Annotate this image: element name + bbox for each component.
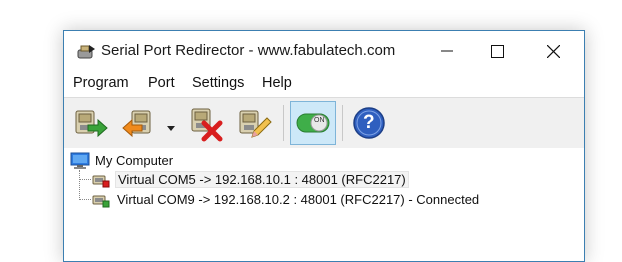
toggle-on-icon — [296, 113, 330, 133]
add-port-dropdown-button[interactable] — [120, 103, 160, 143]
add-port-button[interactable] — [70, 103, 110, 143]
port-label: Virtual COM5 -> 192.168.10.1 : 48001 (RF… — [115, 171, 409, 188]
menu-port[interactable]: Port — [148, 75, 175, 91]
toggle-label: ON — [314, 117, 325, 124]
port-edit-icon — [239, 110, 272, 138]
minimize-button[interactable] — [424, 31, 470, 71]
tree-connector — [79, 170, 80, 200]
remove-port-button[interactable] — [184, 103, 224, 143]
help-label: ? — [363, 112, 375, 133]
close-button[interactable] — [530, 31, 576, 71]
menu-bar: Program Port Settings Help — [64, 73, 584, 95]
app-logo-icon — [76, 43, 96, 61]
port-add-orange-icon — [122, 110, 151, 138]
toolbar-separator — [283, 105, 284, 141]
toolbar-separator — [342, 105, 343, 141]
close-icon — [546, 44, 560, 58]
toolbar: ON ? — [64, 97, 584, 149]
toggle-on-button[interactable]: ON — [290, 101, 336, 145]
edit-port-button[interactable] — [234, 103, 274, 143]
port-add-icon — [75, 110, 108, 138]
maximize-icon — [490, 44, 504, 58]
serial-port-connected-icon — [91, 191, 111, 209]
computer-icon — [70, 152, 90, 170]
window-title: Serial Port Redirector - www.fabulatech.… — [101, 42, 396, 59]
help-button[interactable]: ? — [349, 103, 389, 143]
port-tree: My Computer Virtual COM5 -> 192.168.10.1… — [64, 148, 584, 261]
menu-program[interactable]: Program — [73, 75, 129, 91]
menu-help[interactable]: Help — [262, 75, 292, 91]
menu-settings[interactable]: Settings — [192, 75, 244, 91]
title-bar[interactable]: Serial Port Redirector - www.fabulatech.… — [64, 31, 584, 71]
tree-connector — [79, 179, 91, 180]
tree-connector — [79, 199, 91, 200]
serial-port-disconnected-icon — [91, 171, 111, 189]
port-label: Virtual COM9 -> 192.168.10.2 : 48001 (RF… — [117, 192, 480, 207]
tree-root-label: My Computer — [95, 153, 174, 168]
minimize-icon — [441, 50, 453, 52]
app-window: Serial Port Redirector - www.fabulatech.… — [63, 30, 585, 262]
maximize-button[interactable] — [474, 31, 520, 71]
chevron-down-icon[interactable] — [167, 119, 175, 137]
port-remove-icon — [191, 108, 223, 142]
